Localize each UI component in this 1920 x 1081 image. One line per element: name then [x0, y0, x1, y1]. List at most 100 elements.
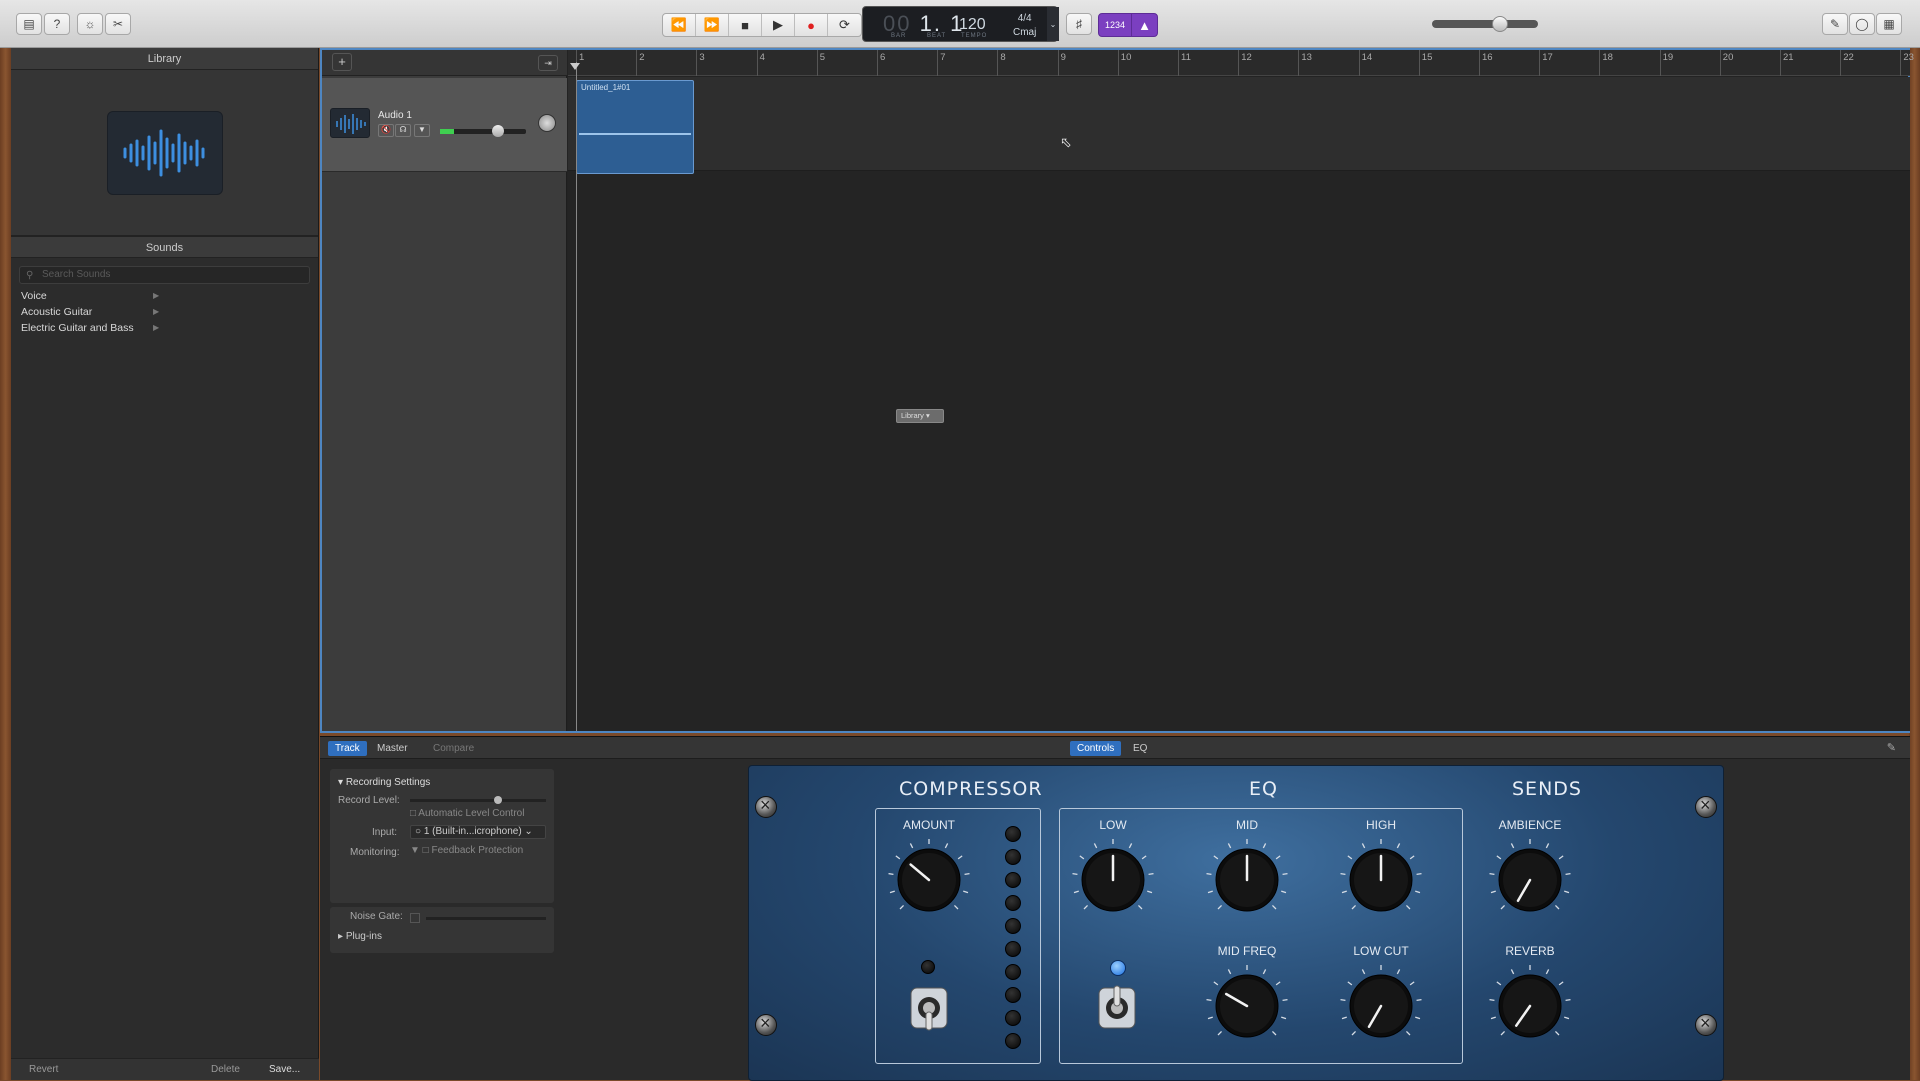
eq-toggle-switch[interactable]: [1095, 982, 1139, 1034]
library-title: Library: [11, 48, 318, 70]
meter-led: [1005, 849, 1021, 865]
master-volume-slider[interactable]: [1432, 16, 1538, 32]
eq-indicator-led: [1110, 960, 1126, 976]
apple-loops-icon[interactable]: ◯: [1849, 13, 1875, 35]
count-in-button[interactable]: 1234: [1099, 14, 1132, 36]
auto-level-checkbox[interactable]: □ Automatic Level Control: [410, 808, 524, 819]
scissors-icon[interactable]: ✂: [105, 13, 131, 35]
library-icon[interactable]: ▤: [16, 13, 42, 35]
add-track-button[interactable]: +: [332, 53, 352, 71]
region-name: Untitled_1#01: [581, 83, 631, 92]
noise-gate-slider[interactable]: [426, 917, 546, 920]
tuner-icon[interactable]: ♯: [1066, 13, 1092, 35]
lcd-tempo[interactable]: 120: [959, 16, 986, 34]
record-level-slider[interactable]: [410, 796, 546, 804]
audio-region[interactable]: Untitled_1#01: [576, 80, 694, 174]
track-header-audio-1[interactable]: Audio 1 🔇 ☊ ▼: [322, 78, 567, 172]
meter-led: [1005, 1033, 1021, 1049]
revert-button[interactable]: Revert: [29, 1064, 58, 1075]
smart-controls-icon[interactable]: ☼: [77, 13, 103, 35]
category-item[interactable]: Electric Guitar and Bass ▶: [11, 320, 318, 336]
rewind-icon[interactable]: ⏪: [663, 14, 696, 36]
playhead[interactable]: [576, 62, 577, 731]
ruler-label: 6: [880, 52, 886, 63]
ruler-label: 19: [1662, 52, 1674, 63]
mid-freq-knob[interactable]: [1205, 964, 1289, 1048]
input-monitor-icon[interactable]: ▼: [414, 124, 430, 137]
noise-gate-section: Noise Gate: ▸ Plug-ins: [330, 907, 554, 953]
high-knob[interactable]: [1339, 838, 1423, 922]
track-volume-knob[interactable]: [492, 125, 504, 137]
track-lane-audio-1[interactable]: [568, 77, 1910, 171]
low-cut-knob[interactable]: [1339, 964, 1423, 1048]
noise-gate-checkbox[interactable]: [410, 913, 420, 923]
ruler-tick: 9: [1057, 50, 1066, 76]
ruler-tick: 13: [1298, 50, 1312, 76]
lcd-display[interactable]: 00 1. 1 BAR BEAT 120 TEMPO 4/4 Cmaj ⌄: [862, 6, 1059, 42]
monitoring-controls[interactable]: ▼ □ Feedback Protection: [410, 845, 523, 856]
compressor-indicator-led: [921, 960, 935, 974]
mid-knob[interactable]: [1205, 838, 1289, 922]
fast-forward-icon[interactable]: ⏩: [696, 14, 729, 36]
playhead-handle[interactable]: [570, 63, 580, 70]
category-item[interactable]: Voice ▶: [11, 288, 318, 304]
meter-led: [1005, 895, 1021, 911]
pan-knob[interactable]: [538, 114, 556, 132]
low-knob[interactable]: [1071, 838, 1155, 922]
tracks-workspace[interactable]: [568, 77, 1910, 731]
meter-led: [1005, 826, 1021, 842]
mute-icon[interactable]: 🔇: [378, 124, 394, 137]
search-sounds-field[interactable]: ⚲ Search Sounds: [19, 266, 310, 284]
help-icon[interactable]: ?: [44, 13, 70, 35]
headphones-icon[interactable]: ☊: [395, 124, 411, 137]
recording-settings-title[interactable]: ▾ Recording Settings: [338, 777, 430, 788]
ruler-tick: 19: [1659, 50, 1673, 76]
tracks-area: + ⇥ Audio 1 🔇 ☊ ▼ 1 2 3 4 5 6 7 8 9 10 11 12 13 14 15 1…: [320, 48, 1914, 733]
ruler-tick: 4: [756, 50, 765, 76]
smart-controls-tabs: Track Master Compare Controls EQ ✎: [320, 737, 1910, 759]
timeline-ruler[interactable]: 1 2 3 4 5 6 7 8 9 10 11 12 13 14 15 16 17 18 19 20 21 22 23: [568, 50, 1914, 76]
tab-eq[interactable]: EQ: [1126, 741, 1154, 756]
reverb-knob[interactable]: [1488, 964, 1572, 1048]
media-browser-icon[interactable]: ▦: [1876, 13, 1902, 35]
tab-compare[interactable]: Compare: [426, 741, 481, 756]
save-button[interactable]: Save...: [269, 1064, 300, 1075]
category-item[interactable]: Acoustic Guitar ▶: [11, 304, 318, 320]
metronome-icon[interactable]: ▲: [1132, 14, 1157, 36]
plugins-disclosure[interactable]: ▸ Plug-ins: [338, 931, 382, 942]
ruler-label: 15: [1421, 52, 1433, 63]
master-volume-knob[interactable]: [1492, 16, 1508, 32]
catch-playhead-icon[interactable]: ⇥: [538, 55, 558, 71]
tab-track[interactable]: Track: [328, 741, 367, 756]
chevron-down-icon[interactable]: ⌄: [1047, 7, 1059, 41]
cycle-icon[interactable]: ⟳: [828, 14, 861, 36]
tab-controls[interactable]: Controls: [1070, 741, 1122, 756]
input-select[interactable]: ○ 1 (Built-in...icrophone) ⌄: [410, 825, 546, 839]
stop-icon[interactable]: ■: [729, 14, 762, 36]
ruler-label: 10: [1120, 52, 1132, 63]
track-volume-slider[interactable]: [440, 125, 526, 137]
track-name[interactable]: Audio 1: [378, 110, 412, 121]
delete-button[interactable]: Delete: [211, 1064, 240, 1075]
amount-knob[interactable]: [887, 838, 971, 922]
record-level-knob[interactable]: [494, 796, 502, 804]
ruler-label: 17: [1542, 52, 1553, 63]
ruler-label: 20: [1722, 52, 1734, 63]
ruler-label: 4: [759, 52, 765, 63]
compressor-toggle-switch[interactable]: [907, 982, 951, 1034]
track-header-toolbar: + ⇥: [322, 50, 567, 76]
ruler-tick: 8: [997, 50, 1006, 76]
compressor-meter: [1005, 826, 1023, 1056]
play-icon[interactable]: ▶: [762, 14, 795, 36]
ruler-label: 9: [1060, 52, 1066, 63]
ambience-knob[interactable]: [1488, 838, 1572, 922]
record-icon[interactable]: ●: [795, 14, 828, 36]
screw-icon: [755, 1013, 777, 1036]
tab-master[interactable]: Master: [370, 741, 415, 756]
noise-gate-label: Noise Gate:: [350, 911, 403, 922]
high-label: HIGH: [1366, 818, 1396, 832]
lcd-signature[interactable]: 4/4 Cmaj: [1013, 12, 1036, 40]
note-pad-icon[interactable]: ✎: [1822, 13, 1848, 35]
edit-icon[interactable]: ✎: [1887, 741, 1896, 754]
ruler-tick: 11: [1178, 50, 1191, 76]
